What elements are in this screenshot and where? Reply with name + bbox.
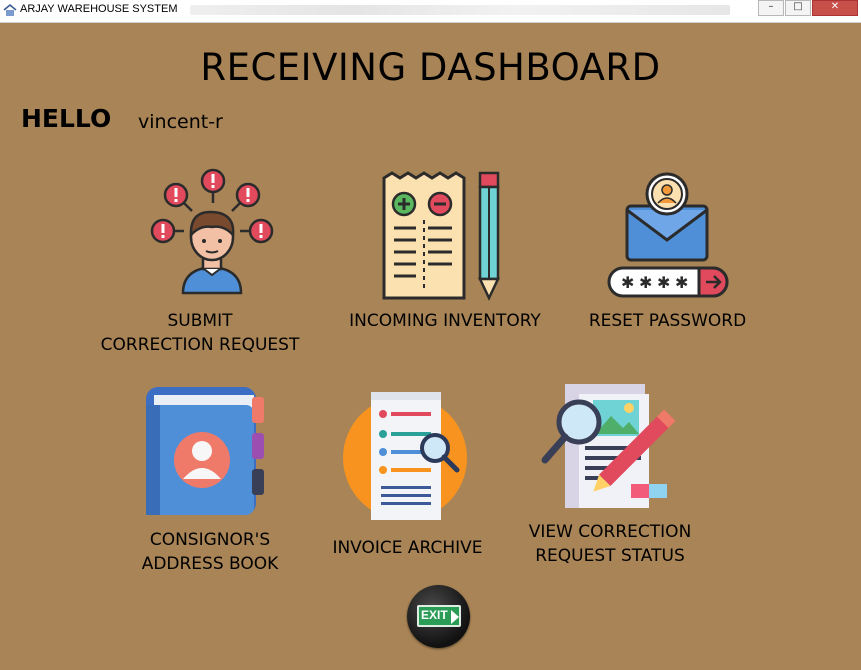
correction-request-icon <box>150 168 274 295</box>
reset-password-button[interactable]: ✱ ✱ ✱ ✱ RESET PASSWORD <box>575 165 760 335</box>
exit-button[interactable]: EXIT <box>407 585 470 648</box>
tile-label-line1: VIEW CORRECTION <box>528 522 692 542</box>
window-title: ARJAY WAREHOUSE SYSTEM <box>20 3 178 15</box>
incoming-inventory-icon <box>382 171 500 301</box>
minimize-button[interactable]: – <box>758 0 784 16</box>
invoice-archive-icon <box>343 392 467 520</box>
tile-label-line1: SUBMIT <box>167 311 233 331</box>
exit-label: EXIT <box>421 608 448 622</box>
invoice-archive-button[interactable]: INVOICE ARCHIVE <box>315 385 500 565</box>
exit-sign-icon: EXIT <box>417 605 461 627</box>
username-label: vincent-r <box>138 111 223 133</box>
address-book-icon <box>146 387 264 515</box>
svg-text:✱: ✱ <box>639 273 652 292</box>
view-correction-request-status-button[interactable]: VIEW CORRECTION REQUEST STATUS <box>515 380 705 570</box>
tile-label-line1: INVOICE ARCHIVE <box>332 538 483 558</box>
svg-text:✱: ✱ <box>621 273 634 292</box>
page-title: RECEIVING DASHBOARD <box>200 46 661 89</box>
close-button[interactable]: ✕ <box>812 0 858 16</box>
svg-text:✱: ✱ <box>675 273 688 292</box>
tile-label-line1: CONSIGNOR'S <box>149 530 271 550</box>
incoming-inventory-button[interactable]: INCOMING INVENTORY <box>330 165 560 335</box>
greeting-label: HELLO <box>21 104 112 133</box>
submit-correction-request-button[interactable]: SUBMIT CORRECTION REQUEST <box>90 165 310 360</box>
tile-label-line2: REQUEST STATUS <box>535 546 685 566</box>
tile-label-line2: CORRECTION REQUEST <box>100 335 300 355</box>
request-status-icon <box>541 384 676 508</box>
reset-password-icon: ✱ ✱ ✱ ✱ <box>607 172 729 298</box>
tile-label-line2: ADDRESS BOOK <box>141 554 279 574</box>
tile-label-line1: INCOMING INVENTORY <box>349 311 541 331</box>
app-icon <box>3 3 17 16</box>
maximize-button[interactable]: □ <box>785 0 811 16</box>
svg-text:✱: ✱ <box>657 273 670 292</box>
window-titlebar: ARJAY WAREHOUSE SYSTEM – □ ✕ <box>0 0 861 23</box>
consignors-address-book-button[interactable]: CONSIGNOR'S ADDRESS BOOK <box>125 385 295 580</box>
arrow-right-icon <box>451 610 459 624</box>
window-title-extra <box>190 5 730 15</box>
tile-label-line1: RESET PASSWORD <box>588 311 747 331</box>
